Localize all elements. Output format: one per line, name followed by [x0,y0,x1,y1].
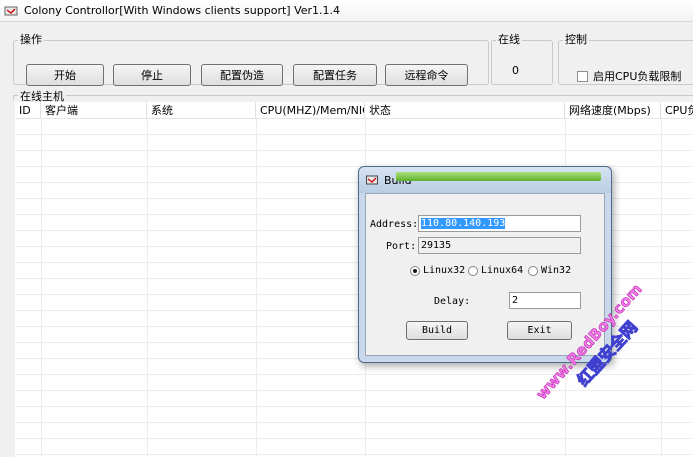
address-input[interactable]: 110.80.140.193 [418,215,581,232]
control-group: 控制 启用CPU负载限制 [558,34,693,85]
platform-label: Linux32 [423,265,466,276]
address-label: Address: [370,219,419,230]
online-legend: 在线 [498,33,520,46]
col-system[interactable]: 系统 [147,102,256,119]
address-value: 110.80.140.193 [421,218,506,229]
platform-label: Win32 [541,265,572,276]
radio-icon [410,265,420,276]
col-id[interactable]: ID [15,102,41,119]
build-button[interactable]: Build [406,321,468,340]
exit-button[interactable]: Exit [507,321,572,340]
col-network-speed[interactable]: 网络速度(Mbps) [565,102,661,119]
col-status[interactable]: 状态 [365,102,565,119]
build-dialog-body: Address: 110.80.140.193 Port: 29135 Linu… [365,193,605,356]
hosts-list-header: ID 客户端 系统 CPU(MHZ)/Mem/NIC 状态 网络速度(Mbps)… [15,102,693,119]
platform-label: Linux64 [481,265,524,276]
delay-label: Delay: [434,296,471,307]
col-cpu-load[interactable]: CPU负 [661,102,693,119]
col-client[interactable]: 客户端 [41,102,147,119]
control-legend: 控制 [565,33,587,46]
hosts-frame [13,95,693,100]
col-cpu-mem-nic[interactable]: CPU(MHZ)/Mem/NIC [256,102,365,119]
port-input[interactable]: 29135 [418,237,581,254]
grid-line [661,119,662,457]
operations-group: 操作 开始 停止 配置伪造 配置任务 远程命令 [13,33,489,86]
app-icon [4,6,18,16]
config-task-button[interactable]: 配置任务 [293,64,377,86]
window-title: Colony Controllor[With Windows clients s… [24,4,341,17]
grid-line [256,119,257,457]
platform-linux64-radio[interactable]: Linux64 [468,265,523,276]
delay-input[interactable]: 2 [509,292,581,309]
radio-icon [468,265,478,276]
grid-line [147,119,148,457]
build-dialog: Build Address: 110.80.140.193 Port: 2913… [358,166,612,363]
start-button[interactable]: 开始 [26,64,104,86]
operations-legend: 操作 [20,33,42,46]
port-label: Port: [386,241,417,252]
build-progress-bar [396,172,601,181]
platform-linux32-radio[interactable]: Linux32 [410,265,465,276]
online-group: 在线 0 [491,34,553,85]
grid-line [41,119,42,457]
config-fake-button[interactable]: 配置伪造 [201,64,283,86]
window-titlebar: Colony Controllor[With Windows clients s… [0,0,693,22]
dialog-app-icon [366,175,378,185]
online-count: 0 [512,64,519,77]
remote-command-button[interactable]: 远程命令 [385,64,468,86]
radio-icon [528,265,538,276]
cpu-limit-label: 启用CPU负载限制 [593,70,682,83]
cpu-limit-checkbox-row[interactable]: 启用CPU负载限制 [577,68,681,84]
stop-button[interactable]: 停止 [113,64,191,86]
cpu-limit-checkbox[interactable] [577,70,588,82]
platform-win32-radio[interactable]: Win32 [528,265,571,276]
